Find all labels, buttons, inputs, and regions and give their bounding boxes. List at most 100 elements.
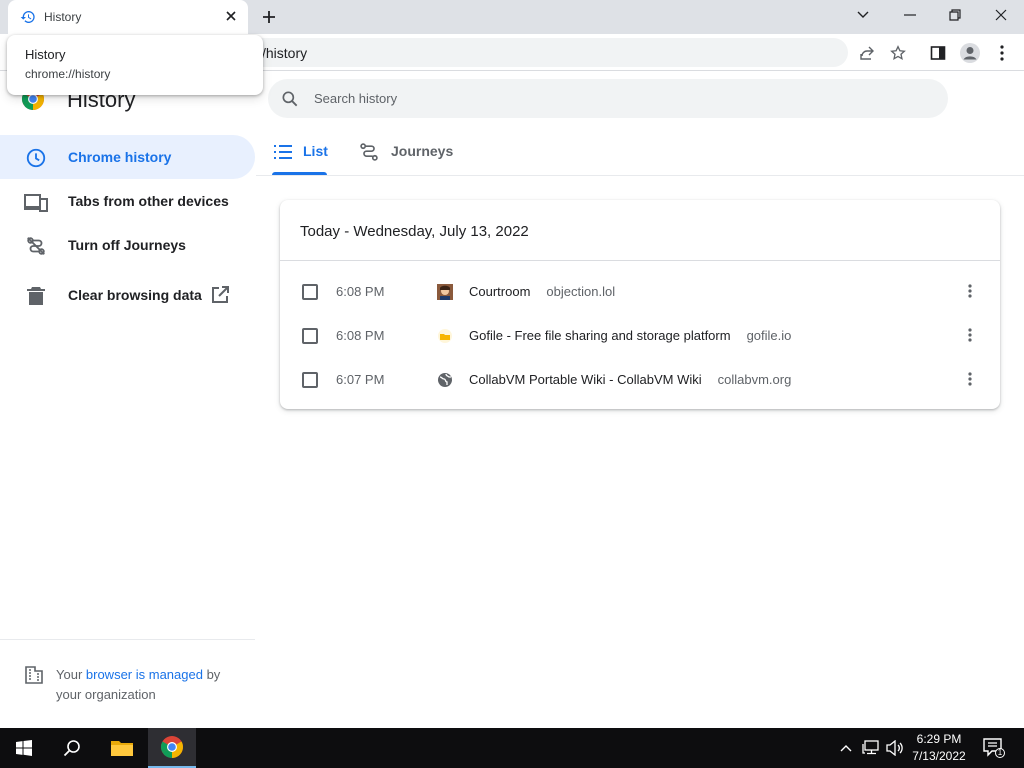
sidebar-item-label: Turn off Journeys	[68, 237, 186, 253]
search-taskbar-button[interactable]	[48, 728, 96, 768]
close-window-button[interactable]	[978, 0, 1024, 30]
close-icon	[226, 11, 236, 21]
clock-date: 7/13/2022	[912, 749, 966, 763]
sidebar-item-label: Tabs from other devices	[68, 193, 229, 209]
devices-icon	[24, 190, 48, 214]
side-panel-icon	[930, 46, 946, 60]
row-more-button[interactable]	[960, 325, 980, 345]
network-icon	[862, 740, 879, 755]
card-divider	[280, 260, 1000, 261]
row-title[interactable]: Gofile - Free file sharing and storage p…	[469, 328, 731, 343]
row-time: 6:08 PM	[336, 328, 385, 343]
bookmark-button[interactable]	[886, 41, 910, 65]
journeys-icon	[359, 142, 379, 162]
globe-icon	[438, 373, 452, 387]
row-checkbox[interactable]	[302, 372, 318, 388]
sidebar-item-label: Clear browsing data	[68, 287, 202, 303]
history-icon	[20, 11, 35, 23]
restore-icon	[949, 9, 961, 21]
minimize-icon	[904, 14, 916, 16]
row-more-button[interactable]	[960, 369, 980, 389]
tab-label: Journeys	[391, 143, 454, 159]
tray-overflow-button[interactable]	[837, 739, 855, 757]
notification-count: 1	[997, 748, 1003, 757]
tab-search-button[interactable]	[840, 0, 886, 30]
row-title[interactable]: Courtroom	[469, 284, 530, 299]
new-tab-button[interactable]	[258, 6, 280, 28]
windows-logo-icon	[16, 740, 32, 756]
sidebar-divider	[0, 639, 255, 640]
gofile-favicon-icon	[438, 329, 452, 343]
menu-button[interactable]	[990, 41, 1014, 65]
managed-link[interactable]: browser is managed	[86, 667, 203, 682]
row-time: 6:08 PM	[336, 284, 385, 299]
date-header: Today - Wednesday, July 13, 2022	[300, 223, 529, 240]
row-domain: gofile.io	[746, 328, 792, 343]
address-bar-url: /history	[262, 45, 308, 61]
avatar-icon	[960, 43, 980, 63]
row-time: 6:07 PM	[336, 372, 385, 387]
windows-taskbar: 6:29 PM 7/13/2022 1	[0, 728, 1024, 768]
file-explorer-button[interactable]	[98, 728, 146, 768]
share-button[interactable]	[855, 41, 879, 65]
tabs-divider	[256, 175, 1024, 176]
managed-prefix: Your	[56, 667, 86, 682]
sidebar-item-tabs-other-devices[interactable]: Tabs from other devices	[0, 179, 255, 223]
sidebar-item-turn-off-journeys[interactable]: Turn off Journeys	[0, 223, 255, 267]
sidebar-item-clear-browsing-data[interactable]: Clear browsing data	[0, 273, 255, 317]
building-icon	[25, 666, 43, 684]
courtroom-favicon-icon	[437, 284, 453, 300]
search-input[interactable]	[314, 88, 914, 108]
row-entry[interactable]: Gofile - Free file sharing and storage p…	[469, 328, 791, 343]
more-vert-icon	[968, 372, 972, 386]
history-card: Today - Wednesday, July 13, 2022 6:08 PM…	[280, 200, 1000, 409]
side-panel-button[interactable]	[926, 41, 950, 65]
action-center-button[interactable]: 1	[983, 738, 1005, 758]
browser-tab-title: History	[44, 10, 82, 24]
restore-button[interactable]	[932, 0, 978, 30]
share-icon	[860, 46, 874, 60]
open-in-new-icon	[212, 286, 229, 303]
tab-close-button[interactable]	[222, 7, 240, 25]
more-vert-icon	[968, 328, 972, 342]
row-domain: collabvm.org	[717, 372, 792, 387]
tab-strip: History	[0, 0, 1024, 34]
row-domain: objection.lol	[546, 284, 616, 299]
start-button[interactable]	[0, 728, 48, 768]
journeys-off-icon	[24, 234, 48, 258]
tab-journeys[interactable]: Journeys	[359, 130, 459, 176]
browser-tab-history[interactable]: History	[8, 0, 248, 34]
chevron-up-icon	[840, 745, 852, 752]
sidebar-item-chrome-history[interactable]: Chrome history	[0, 135, 255, 179]
address-bar[interactable]: /history	[168, 38, 848, 67]
tab-label: List	[303, 143, 328, 159]
list-icon	[273, 142, 293, 162]
row-entry[interactable]: Courtroom objection.lol	[469, 284, 615, 299]
managed-notice: Your browser is managed by your organiza…	[56, 665, 246, 705]
more-vert-icon	[1000, 45, 1004, 61]
chrome-taskbar-button[interactable]	[148, 728, 196, 768]
star-icon	[890, 45, 906, 60]
close-icon	[995, 9, 1007, 21]
history-row[interactable]: 6:08 PM Courtroom objection.lol	[280, 269, 1000, 313]
history-row[interactable]: 6:08 PM Gofile - Free file sharing and s…	[280, 313, 1000, 357]
trash-icon	[24, 284, 48, 308]
history-row[interactable]: 6:07 PM CollabVM Portable Wiki - CollabV…	[280, 357, 1000, 401]
profile-button[interactable]	[958, 41, 982, 65]
chevron-down-icon	[857, 11, 869, 18]
clock-icon	[24, 146, 48, 170]
minimize-button[interactable]	[887, 0, 933, 30]
row-entry[interactable]: CollabVM Portable Wiki - CollabVM Wiki co…	[469, 372, 791, 387]
folder-icon	[111, 741, 133, 756]
row-title[interactable]: CollabVM Portable Wiki - CollabVM Wiki	[469, 372, 702, 387]
search-icon	[63, 740, 80, 757]
tab-list[interactable]: List	[273, 130, 333, 176]
taskbar-clock[interactable]: 6:29 PM 7/13/2022	[900, 731, 978, 765]
row-more-button[interactable]	[960, 281, 980, 301]
hover-card-url: chrome://history	[25, 67, 111, 81]
row-checkbox[interactable]	[302, 328, 318, 344]
row-checkbox[interactable]	[302, 284, 318, 300]
more-vert-icon	[968, 284, 972, 298]
network-button[interactable]	[862, 739, 880, 757]
search-bar	[268, 79, 948, 118]
